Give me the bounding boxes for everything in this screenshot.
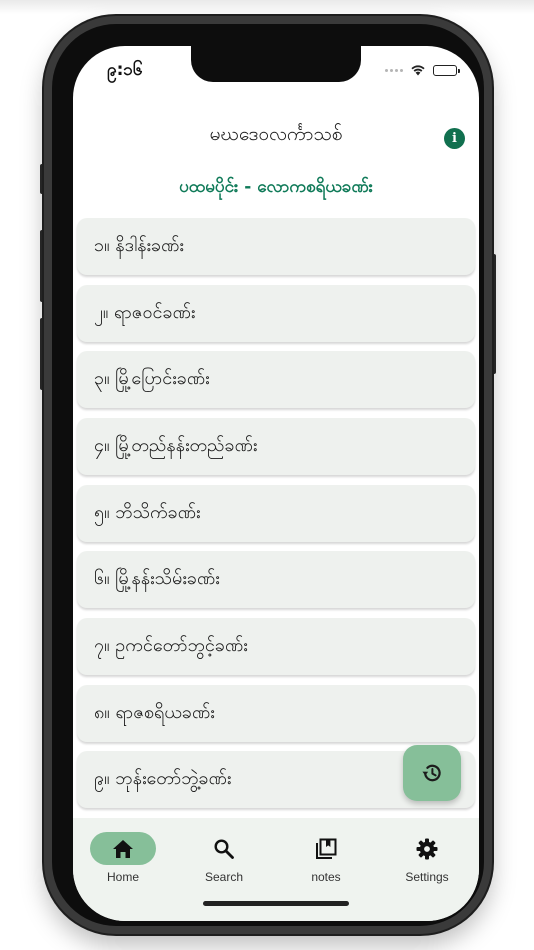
cellular-signal-icon	[385, 68, 403, 72]
chapter-item[interactable]: ၅။ ဘိသိက်ခဏ်း	[77, 485, 475, 542]
status-time: ၉:၁၆	[107, 60, 143, 80]
gear-icon	[416, 838, 438, 859]
chapter-label: ၄။ မြို့တည်နန်းတည်ခဏ်း	[94, 435, 258, 456]
nav-home-pill	[90, 832, 156, 865]
chapter-label: ၉။ ဘုန်းတော်ဘွဲ့ခဏ်း	[94, 768, 232, 789]
app-title: မဃဒေဝလင်္ကာသစ်	[209, 123, 343, 145]
history-fab[interactable]	[403, 745, 461, 801]
battery-icon	[433, 64, 460, 76]
status-icons	[385, 64, 460, 76]
nav-search-label: Search	[204, 870, 244, 884]
chapter-label: ၈။ ရာဇစရိယခဏ်း	[94, 702, 215, 723]
history-icon	[422, 764, 441, 782]
nav-search[interactable]: Search	[179, 832, 269, 884]
nav-search-pill	[191, 832, 257, 865]
info-icon[interactable]: i	[444, 128, 465, 149]
chapter-item[interactable]: ၃။ မြို့ပြောင်းခဏ်း	[77, 351, 475, 408]
notes-icon	[316, 838, 337, 859]
chapter-label: ၆။ မြို့နန်းသိမ်းခဏ်း	[94, 568, 220, 589]
nav-settings[interactable]: Settings	[382, 832, 472, 884]
page-top-shadow	[0, 0, 534, 14]
nav-home-label: Home	[106, 870, 139, 884]
wifi-icon	[411, 65, 425, 76]
chapter-item[interactable]: ၁။ နိဒါန်းခဏ်း	[77, 218, 475, 275]
section-heading: ပထမပိုင်း - လောကစရိယခဏ်း	[179, 177, 373, 197]
phone-frame: ၉:၁၆ မဃဒေဝလင်္ကာသစ် i ပထမပိုင်း - လောကစရ…	[44, 16, 492, 934]
nav-home[interactable]: Home	[78, 832, 168, 884]
chapter-item[interactable]: ၄။ မြို့တည်နန်းတည်ခဏ်း	[77, 418, 475, 475]
chapter-item[interactable]: ၂။ ရာဇဝင်ခဏ်း	[77, 285, 475, 342]
nav-settings-pill	[394, 832, 460, 865]
phone-screen: ၉:၁၆ မဃဒေဝလင်္ကာသစ် i ပထမပိုင်း - လောကစရ…	[73, 46, 479, 921]
chapter-item[interactable]: ၇။ ဥကင်တော်ဘွင့်ခဏ်း	[77, 618, 475, 675]
nav-settings-label: Settings	[405, 870, 449, 884]
search-icon	[214, 838, 234, 859]
chapter-label: ၁။ နိဒါန်းခဏ်း	[94, 235, 184, 256]
home-icon	[113, 839, 133, 858]
chapter-label: ၇။ ဥကင်တော်ဘွင့်ခဏ်း	[94, 635, 248, 656]
nav-notes-label: notes	[311, 870, 341, 884]
nav-notes[interactable]: notes	[281, 832, 371, 884]
chapter-label: ၃။ မြို့ပြောင်းခဏ်း	[94, 368, 210, 389]
home-indicator	[203, 901, 349, 906]
chapter-label: ၅။ ဘိသိက်ခဏ်း	[94, 502, 201, 523]
chapter-item[interactable]: ၆။ မြို့နန်းသိမ်းခဏ်း	[77, 551, 475, 608]
phone-bezel: ၉:၁၆ မဃဒေဝလင်္ကာသစ် i ပထမပိုင်း - လောကစရ…	[52, 24, 484, 926]
chapter-label: ၂။ ရာဇဝင်ခဏ်း	[94, 302, 196, 323]
chapter-item[interactable]: ၈။ ရာဇစရိယခဏ်း	[77, 685, 475, 742]
notch	[191, 46, 361, 82]
nav-notes-pill	[293, 832, 359, 865]
